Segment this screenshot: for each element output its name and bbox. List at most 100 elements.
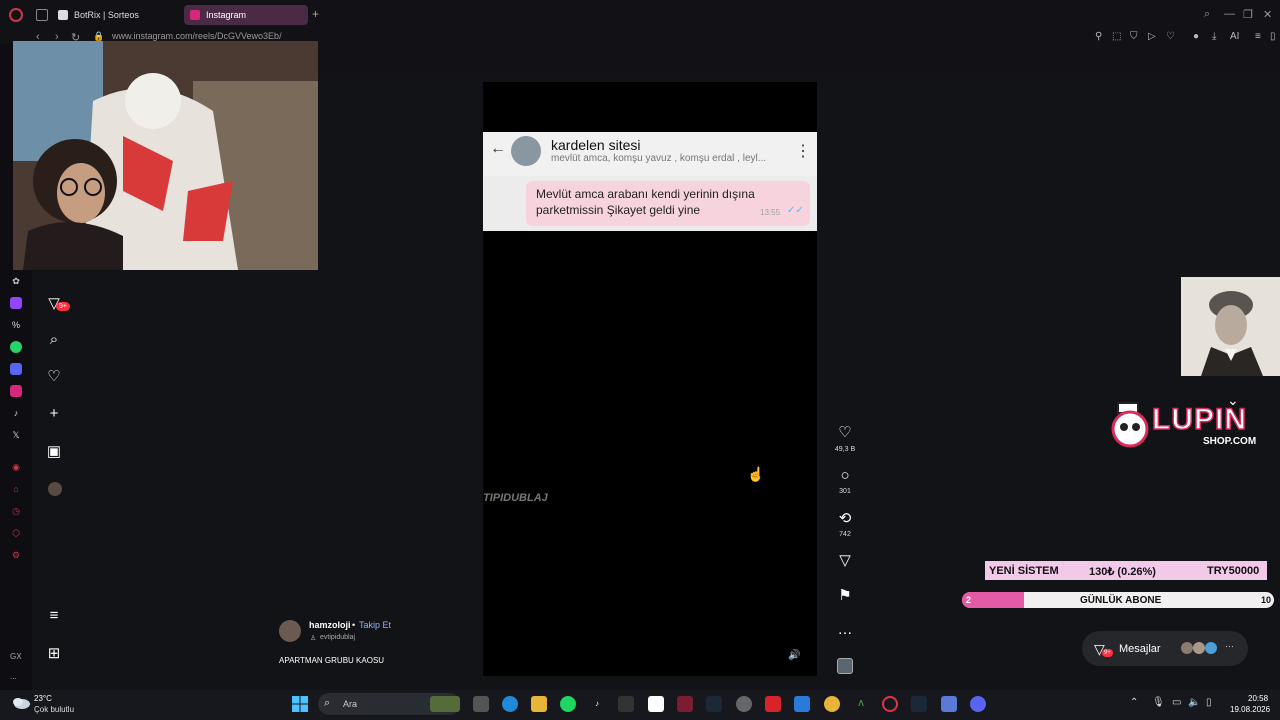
mute-toggle-icon[interactable]: 🔊 [788,650,800,661]
more-options-icon[interactable]: … [837,622,853,638]
riot-client-icon[interactable] [765,696,781,712]
lupin-mascot-icon [1111,402,1149,448]
instagram-icon[interactable] [10,385,22,397]
chat-back-icon: ← [490,140,506,157]
tab-instagram[interactable]: Instagram [184,5,308,25]
edge-icon[interactable] [502,696,518,712]
webcam-feed [13,41,318,270]
like-icon[interactable]: ♡ [837,425,853,441]
obs-icon[interactable] [736,696,752,712]
message-avatars [1181,642,1217,654]
app-icon[interactable] [941,696,957,712]
share-icon[interactable]: ▽ [837,553,853,569]
read-receipt-icon: ✓✓ [787,205,804,216]
threads-apps-icon[interactable]: ⊞ [46,646,62,662]
file-explorer-icon[interactable] [531,696,547,712]
send-icon[interactable]: ▷ [1148,31,1156,42]
spotify-icon[interactable] [560,696,576,712]
follow-button[interactable]: Takip Et [359,620,391,630]
adblock-icon[interactable]: ⛉ [1130,31,1138,42]
task-view-icon[interactable] [473,696,489,712]
player-icon[interactable]: ◉ [10,461,22,473]
weather-temperature[interactable]: 23°C [34,694,52,703]
sidebar-more-icon[interactable]: ... [10,672,17,681]
windows-start-icon[interactable] [292,696,308,712]
search-tabs-icon[interactable]: ⌕ [1204,8,1210,21]
ai-button[interactable]: AI [1230,31,1239,42]
nvidia-icon[interactable]: Λ [853,696,869,712]
clock-date[interactable]: 19.08.2026 [1230,705,1270,714]
search-highlight-icon[interactable] [430,696,460,712]
chrome-icon[interactable] [824,696,840,712]
steam-taskbar-icon[interactable] [911,696,927,712]
menu-icon[interactable]: ≡ [1255,31,1261,42]
discord-taskbar-icon[interactable] [970,696,986,712]
audio-person-icon: ♙ [310,635,317,642]
save-icon[interactable]: ⚑ [837,588,853,604]
taskbar-search-placeholder[interactable]: Ara [343,699,357,709]
chatgpt-icon[interactable]: ✿ [10,275,22,287]
more-menu-icon[interactable]: ≡ [46,608,62,624]
whatsapp-icon[interactable] [10,341,22,353]
comment-icon[interactable]: ○ [837,468,853,484]
ticker-left: YENİ SİSTEM [989,565,1059,577]
ticker-right: TRY50000 [1207,565,1260,577]
discord-icon[interactable] [10,363,22,375]
pin-icon[interactable]: ⚲ [1095,31,1102,42]
twitch-icon[interactable] [10,297,22,309]
tray-overflow-icon[interactable]: ⌃ [1130,697,1138,708]
clock-time[interactable]: 20:58 [1248,694,1268,703]
valorant-icon[interactable] [677,696,693,712]
tab-workspace-icon[interactable] [36,9,48,21]
download-icon[interactable]: ⤓ [1212,31,1216,42]
search-nav-icon[interactable]: ⌕ [46,332,62,348]
messages-more-icon[interactable]: ⋯ [1225,641,1234,652]
extensions-icon[interactable]: ⬡ [10,527,22,539]
messages-label[interactable]: Mesajlar [1119,643,1161,655]
audio-name[interactable]: evtipidublaj [320,634,355,641]
pinboard-icon[interactable]: ⌂ [10,483,22,495]
notepad-icon[interactable] [794,696,810,712]
new-tab-button[interactable]: + [312,7,319,21]
microphone-icon[interactable]: 🎙 [1152,697,1165,708]
settings-icon[interactable]: ⚙ [10,549,22,561]
capcut-icon[interactable] [648,696,664,712]
steam-icon[interactable] [706,696,722,712]
create-nav-icon[interactable]: + [46,406,62,422]
donation-ticker: YENİ SİSTEM 130₺ (0.26%) TRY50000 [985,561,1267,580]
dashboard-nav-icon[interactable]: ▣ [46,444,62,460]
ticker-middle: 130₺ (0.26%) [1089,566,1156,578]
audio-thumbnail[interactable] [837,658,853,674]
author-avatar[interactable] [279,620,301,642]
percent-icon[interactable]: % [10,319,22,331]
portrait-overlay [1181,277,1280,376]
sidebar-toggle-icon[interactable]: ▯ [1270,31,1276,42]
minimize-icon[interactable]: — [1224,8,1235,20]
notifications-nav-icon[interactable]: ♡ [46,369,62,385]
weather-condition[interactable]: Çok bulutlu [34,705,74,714]
cloud-icon[interactable] [12,696,30,710]
tiktok-icon[interactable]: ♪ [10,407,22,419]
profile-nav-avatar[interactable] [48,482,62,496]
volume-icon[interactable]: 🔈 [1188,697,1200,708]
author-username[interactable]: hamzoloji [309,620,351,630]
tab-botrix[interactable]: BotRix | Sorteos [52,5,147,25]
epic-games-icon[interactable] [618,696,634,712]
x-icon[interactable]: 𝕏 [10,429,22,441]
like-count: 49,3 B [834,446,856,453]
opera-gx-taskbar-icon[interactable] [882,696,898,712]
tiktok-taskbar-icon[interactable]: ♪ [589,696,605,712]
network-icon[interactable]: ▭ [1172,697,1181,708]
repost-icon[interactable]: ⟲ [837,511,853,527]
heart-icon[interactable]: ♡ [1166,31,1175,42]
browser-tabbar: BotRix | Sorteos Instagram + ⌕ — ❐ ✕ [0,0,1280,30]
profile-icon[interactable]: ● [1193,31,1199,42]
url-field[interactable]: www.instagram.com/reels/DcGVVewo3Eb/ [112,31,282,41]
history-icon[interactable]: ◷ [10,505,22,517]
restore-icon[interactable]: ❐ [1243,8,1253,21]
close-icon[interactable]: ✕ [1263,8,1272,21]
battery-icon[interactable]: ▯ [1206,697,1212,708]
group-members: mevlüt amca, komşu yavuz , komşu erdal ,… [551,153,767,164]
opera-logo-icon[interactable] [9,8,23,22]
snapshot-icon[interactable]: ⬚ [1112,31,1121,42]
